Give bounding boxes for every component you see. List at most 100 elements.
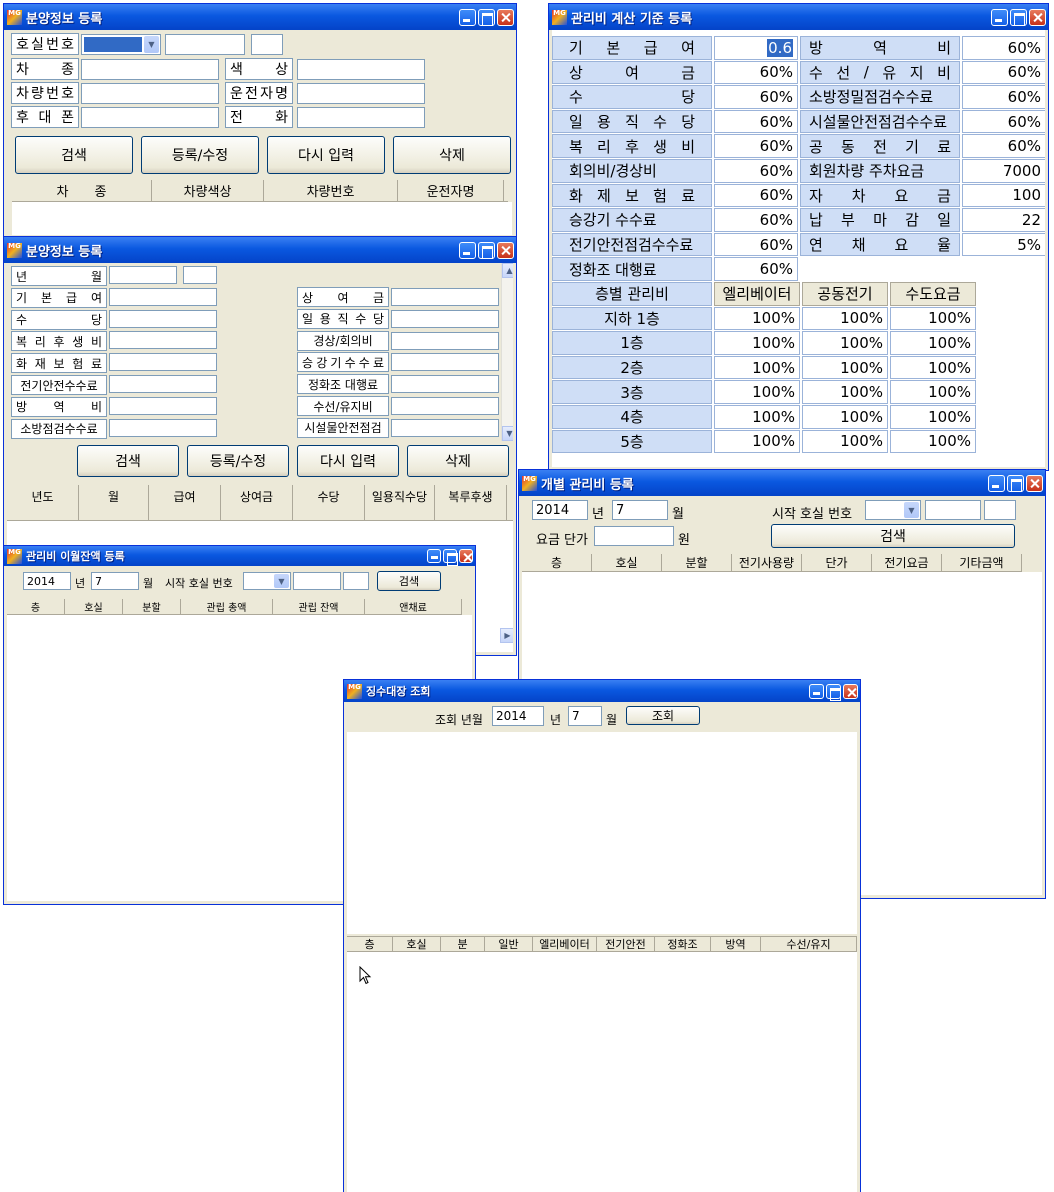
year-input[interactable] bbox=[109, 266, 177, 284]
fee-input[interactable] bbox=[109, 331, 217, 350]
month-input[interactable] bbox=[183, 266, 217, 284]
fee-input[interactable] bbox=[109, 287, 217, 306]
reset-button[interactable]: 다시 입력 bbox=[297, 445, 399, 477]
maximize-icon[interactable] bbox=[478, 241, 495, 259]
room-input-1[interactable] bbox=[293, 572, 341, 590]
room-combo[interactable]: ▼ bbox=[243, 572, 291, 590]
fee-input[interactable] bbox=[391, 288, 499, 306]
criteria-value-input[interactable]: 60% bbox=[962, 109, 1045, 134]
year-input[interactable]: 2014 bbox=[532, 500, 588, 520]
criteria-value-input[interactable]: 60% bbox=[962, 36, 1045, 60]
column-header[interactable]: 전기사용량 bbox=[732, 554, 802, 571]
floor-rate-input[interactable]: 100% bbox=[802, 306, 888, 331]
search-button[interactable]: 검색 bbox=[771, 524, 1015, 548]
titlebar[interactable]: MG 관리비 이월잔액 등록 bbox=[4, 546, 475, 566]
fee-input[interactable] bbox=[109, 418, 217, 437]
floor-rate-input[interactable]: 100% bbox=[802, 405, 888, 429]
column-header[interactable]: 층 bbox=[347, 937, 393, 951]
close-icon[interactable] bbox=[497, 241, 514, 259]
chevron-down-icon[interactable]: ▼ bbox=[904, 502, 919, 518]
fee-input[interactable] bbox=[391, 375, 499, 394]
column-header[interactable]: 급여 bbox=[149, 485, 221, 520]
floor-rate-input[interactable]: 100% bbox=[714, 306, 800, 331]
criteria-value-input[interactable]: 60% bbox=[962, 134, 1045, 158]
delete-button[interactable]: 삭제 bbox=[393, 136, 511, 174]
month-input[interactable]: 7 bbox=[568, 706, 602, 726]
floor-rate-input[interactable]: 100% bbox=[714, 355, 800, 380]
room-input-1[interactable] bbox=[925, 500, 981, 520]
column-header[interactable]: 호실 bbox=[592, 554, 662, 571]
maximize-icon[interactable] bbox=[478, 8, 495, 26]
driver-name-input[interactable] bbox=[297, 83, 425, 104]
fee-input[interactable] bbox=[109, 375, 217, 393]
fee-input[interactable] bbox=[109, 309, 217, 328]
chevron-down-icon[interactable]: ▼ bbox=[274, 574, 289, 588]
month-input[interactable]: 7 bbox=[91, 572, 139, 590]
column-header[interactable]: 관립 총액 bbox=[181, 599, 273, 614]
car-number-input[interactable] bbox=[81, 83, 219, 104]
criteria-value-input[interactable]: 0.6 bbox=[714, 36, 798, 60]
year-input[interactable]: 2014 bbox=[23, 572, 71, 590]
column-header[interactable]: 방역 bbox=[711, 937, 761, 951]
titlebar[interactable]: MG 분양정보 등록 bbox=[4, 4, 516, 30]
maximize-icon[interactable] bbox=[826, 683, 841, 701]
minimize-icon[interactable] bbox=[459, 241, 476, 259]
column-header[interactable]: 수선/유지 bbox=[761, 937, 857, 951]
column-header[interactable]: 운전자명 bbox=[398, 180, 504, 201]
close-icon[interactable] bbox=[497, 8, 514, 26]
vertical-scrollbar[interactable]: ▲ ▼ bbox=[501, 263, 513, 441]
month-input[interactable]: 7 bbox=[612, 500, 668, 520]
year-input[interactable]: 2014 bbox=[492, 706, 544, 726]
floor-rate-input[interactable]: 100% bbox=[802, 380, 888, 404]
column-header[interactable]: 층 bbox=[7, 599, 65, 614]
column-header[interactable]: 전기요금 bbox=[872, 554, 942, 571]
floor-rate-input[interactable]: 100% bbox=[890, 355, 976, 380]
floor-rate-input[interactable]: 100% bbox=[890, 405, 976, 429]
column-header[interactable]: 차 종 bbox=[12, 180, 152, 201]
floor-rate-input[interactable]: 100% bbox=[890, 380, 976, 404]
criteria-value-input[interactable]: 5% bbox=[962, 232, 1045, 257]
search-button[interactable]: 검색 bbox=[377, 571, 441, 591]
fee-input[interactable] bbox=[391, 353, 499, 372]
floor-rate-input[interactable]: 100% bbox=[802, 331, 888, 355]
delete-button[interactable]: 삭제 bbox=[407, 445, 509, 477]
floor-rate-input[interactable]: 100% bbox=[714, 405, 800, 429]
fee-input[interactable] bbox=[391, 397, 499, 415]
fee-input[interactable] bbox=[391, 331, 499, 350]
phone-input[interactable] bbox=[297, 107, 425, 128]
column-header[interactable]: 수당 bbox=[293, 485, 365, 520]
column-header[interactable]: 전기안전 bbox=[597, 937, 655, 951]
floor-rate-input[interactable]: 100% bbox=[714, 429, 800, 454]
column-header[interactable]: 층 bbox=[522, 554, 592, 571]
room-number-combo[interactable]: ▼ bbox=[81, 34, 161, 55]
column-header[interactable]: 단가 bbox=[802, 554, 872, 571]
column-header[interactable]: 분할 bbox=[662, 554, 732, 571]
criteria-value-input[interactable]: 60% bbox=[714, 257, 798, 281]
column-header[interactable]: 호실 bbox=[65, 599, 123, 614]
query-button[interactable]: 조회 bbox=[626, 706, 700, 725]
titlebar[interactable]: MG 개별 관리비 등록 bbox=[519, 470, 1045, 496]
scroll-up-icon[interactable]: ▲ bbox=[502, 263, 513, 278]
search-button[interactable]: 검색 bbox=[77, 445, 179, 477]
column-header[interactable]: 복루후생 bbox=[435, 485, 507, 520]
room-input-2[interactable] bbox=[343, 572, 369, 590]
room-number-input-1[interactable] bbox=[165, 34, 245, 55]
maximize-icon[interactable] bbox=[443, 549, 458, 566]
titlebar[interactable]: MG 분양정보 등록 bbox=[4, 237, 516, 263]
register-button[interactable]: 등록/수정 bbox=[187, 445, 289, 477]
floor-rate-input[interactable]: 100% bbox=[714, 380, 800, 404]
room-number-input-2[interactable] bbox=[251, 34, 283, 55]
criteria-value-input[interactable]: 60% bbox=[962, 60, 1045, 85]
column-header[interactable]: 기타금액 bbox=[942, 554, 1022, 571]
fee-input[interactable] bbox=[109, 353, 217, 372]
minimize-icon[interactable] bbox=[991, 8, 1008, 26]
criteria-value-input[interactable]: 7000 bbox=[962, 159, 1045, 183]
floor-rate-input[interactable]: 100% bbox=[890, 429, 976, 454]
maximize-icon[interactable] bbox=[1007, 474, 1024, 492]
scroll-right-icon[interactable]: ▶ bbox=[500, 628, 513, 643]
column-header[interactable]: 호실 bbox=[393, 937, 441, 951]
scroll-down-icon[interactable]: ▼ bbox=[502, 426, 513, 441]
fee-input[interactable] bbox=[391, 309, 499, 328]
column-header[interactable]: 엘리베이터 bbox=[533, 937, 597, 951]
floor-rate-input[interactable]: 100% bbox=[802, 355, 888, 380]
